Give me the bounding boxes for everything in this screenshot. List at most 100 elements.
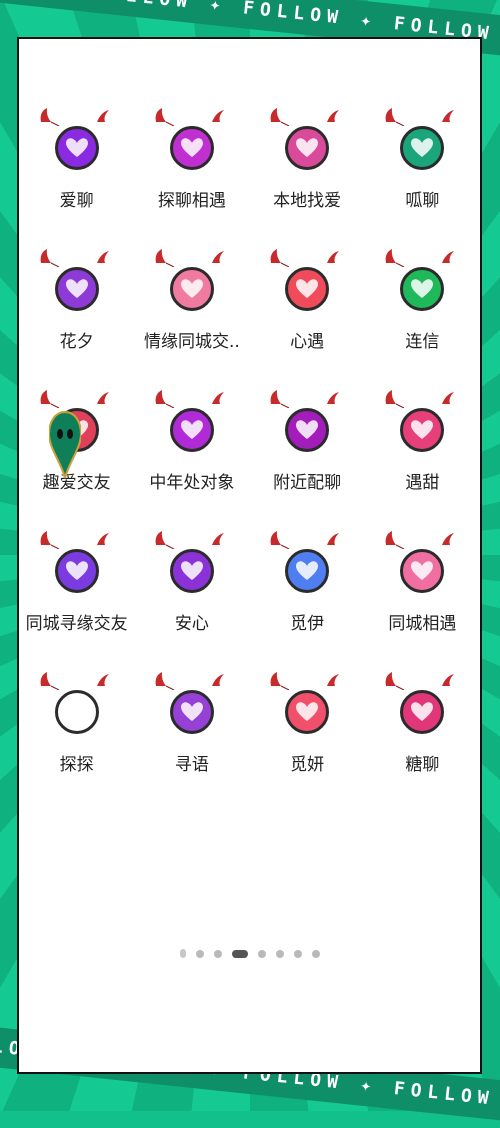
app-label: 同城相遇 [388, 614, 457, 634]
app-icon-wrapper [155, 249, 224, 313]
devil-horns-icon [385, 531, 455, 549]
app-label: 花夕 [59, 332, 94, 352]
app-icon-wrapper [270, 390, 340, 454]
home-page-dot[interactable] [179, 949, 186, 958]
page-indicator[interactable] [19, 949, 480, 958]
app-tile[interactable]: 探聊相遇 [134, 108, 249, 265]
app-label: 本地找爱 [273, 191, 342, 211]
app-tile[interactable]: 本地找爱 [250, 108, 365, 265]
heart-bubble-icon [285, 690, 330, 734]
app-label: 附近配聊 [273, 473, 342, 493]
cat-love-icon [54, 126, 99, 170]
page-dot[interactable] [293, 949, 302, 958]
pink-heart-icon [169, 267, 214, 311]
app-icon-wrapper [40, 249, 109, 313]
app-tile[interactable]: 情缘同城交.. [134, 249, 249, 406]
page-dot[interactable] [257, 949, 266, 958]
location-pin-icon[interactable] [49, 410, 81, 480]
devil-horns-icon [155, 531, 224, 549]
candy-text-icon [400, 690, 445, 734]
app-tile[interactable]: 安心 [134, 531, 249, 688]
app-tile[interactable]: 中年处对象 [134, 390, 249, 547]
app-icon-wrapper [270, 108, 340, 172]
heart-chat-icon [169, 126, 214, 170]
app-label: 遇甜 [405, 473, 440, 493]
app-label: 心遇 [290, 332, 325, 352]
devil-horns-icon [270, 531, 340, 549]
current-page-dot[interactable] [231, 949, 248, 958]
devil-horns-icon [40, 531, 109, 549]
app-tile[interactable]: 同城寻缘交友 [19, 531, 134, 688]
diamond-heart-icon [285, 549, 330, 593]
page-dot[interactable] [311, 949, 320, 958]
app-label: 探探 [59, 755, 94, 775]
app-icon-wrapper [270, 672, 340, 736]
app-label: 连信 [405, 332, 440, 352]
app-label: 觅伊 [290, 614, 325, 634]
devil-horns-icon [385, 390, 455, 408]
app-tile[interactable]: 觅伊 [250, 531, 365, 688]
page-dot[interactable] [195, 949, 204, 958]
devil-horns-icon [40, 672, 109, 690]
wave-heart-icon [169, 408, 214, 452]
app-icon-wrapper [40, 672, 109, 736]
app-icon-wrapper [385, 672, 455, 736]
app-tile[interactable]: 呱聊 [365, 108, 480, 265]
app-label: 中年处对象 [149, 473, 235, 493]
smile-icon [400, 267, 445, 311]
devil-horns-icon [385, 672, 455, 690]
devil-horns-icon [155, 108, 224, 126]
app-tile[interactable]: 花夕 [19, 249, 134, 406]
devil-horns-icon [40, 390, 109, 408]
phone-heart-icon [400, 549, 445, 593]
app-tile[interactable]: 附近配聊 [250, 390, 365, 547]
app-label: 情缘同城交.. [143, 332, 240, 352]
app-tile[interactable]: 心遇 [250, 249, 365, 406]
devil-horns-icon [270, 249, 340, 267]
home-screen: 爱聊 探聊相遇 本地找爱 呱聊 花夕 情缘同城交.. 心遇 连信 趣爱交友 中年处对象 附近配聊 遇甜… [17, 37, 482, 1074]
heart-icon [285, 267, 330, 311]
app-icon-wrapper [385, 390, 455, 454]
tantan-icon [54, 690, 99, 734]
app-icon-wrapper [385, 249, 455, 313]
couple-icon [285, 126, 330, 170]
app-icon-wrapper [155, 672, 224, 736]
app-label: 觅妍 [290, 755, 325, 775]
app-label: 探聊相遇 [157, 191, 226, 211]
app-icon-wrapper [385, 531, 455, 595]
people-heart-icon [169, 690, 214, 734]
devil-horns-icon [40, 108, 109, 126]
app-tile[interactable]: 同城相遇 [365, 531, 480, 688]
app-label: 同城寻缘交友 [25, 614, 128, 634]
page-dot[interactable] [275, 949, 284, 958]
page-dot[interactable] [213, 949, 222, 958]
twin-hearts-icon [285, 408, 330, 452]
frog-chat-icon [400, 126, 445, 170]
app-icon-wrapper [40, 531, 109, 595]
devil-horns-icon [40, 249, 109, 267]
app-tile[interactable]: 糖聊 [365, 672, 480, 829]
devil-horns-icon [270, 108, 340, 126]
app-label: 呱聊 [405, 191, 440, 211]
app-tile[interactable]: 寻语 [134, 672, 249, 829]
clover-icon [54, 267, 99, 311]
app-tile[interactable]: 连信 [365, 249, 480, 406]
devil-horns-icon [155, 672, 224, 690]
app-tile[interactable]: 遇甜 [365, 390, 480, 547]
chat-bubble-icon [169, 549, 214, 593]
devil-horns-icon [385, 249, 455, 267]
photo-heart-icon [54, 549, 99, 593]
app-icon-wrapper [40, 108, 109, 172]
app-icon-wrapper [270, 249, 340, 313]
app-label: 爱聊 [59, 191, 94, 211]
app-grid: 爱聊 探聊相遇 本地找爱 呱聊 花夕 情缘同城交.. 心遇 连信 趣爱交友 中年处对象 附近配聊 遇甜… [19, 108, 480, 829]
app-label: 糖聊 [405, 755, 440, 775]
devil-horns-icon [155, 249, 224, 267]
app-label: 寻语 [174, 755, 209, 775]
app-icon-wrapper [270, 531, 340, 595]
app-tile[interactable]: 探探 [19, 672, 134, 829]
app-icon-wrapper [385, 108, 455, 172]
app-tile[interactable]: 爱聊 [19, 108, 134, 265]
app-icon-wrapper [155, 108, 224, 172]
app-tile[interactable]: 觅妍 [250, 672, 365, 829]
